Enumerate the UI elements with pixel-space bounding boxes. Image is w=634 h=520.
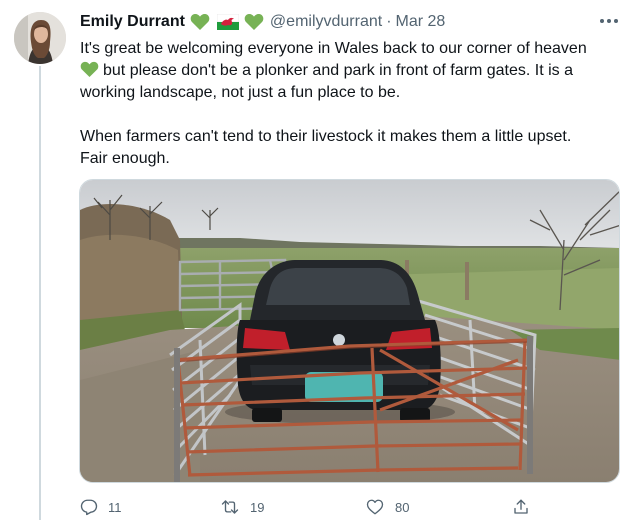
author-handle[interactable]: @emilyvdurrant bbox=[270, 13, 382, 31]
green-heart-icon bbox=[244, 13, 264, 31]
green-heart-icon bbox=[80, 61, 99, 78]
header-separator: · bbox=[386, 13, 392, 30]
tweet-text-line: but please don't be a plonker and park i… bbox=[103, 62, 573, 79]
wales-flag-icon bbox=[216, 14, 239, 30]
farm-gate-photo bbox=[80, 180, 619, 482]
share-button[interactable] bbox=[512, 495, 530, 519]
tweet-text-line: working landscape, not just a fun place … bbox=[80, 84, 401, 101]
reply-count: 11 bbox=[108, 499, 122, 515]
avatar-photo bbox=[14, 12, 66, 64]
tweet-text-line: When farmers can't tend to their livesto… bbox=[80, 128, 572, 145]
like-count: 80 bbox=[395, 499, 410, 515]
retweet-count: 19 bbox=[250, 499, 265, 515]
share-icon bbox=[514, 499, 528, 514]
tweet-text: It's great be welcoming everyone in Wale… bbox=[80, 38, 620, 170]
tweet-text-line: Fair enough. bbox=[80, 150, 170, 167]
heart-icon bbox=[366, 499, 384, 515]
tweet-date[interactable]: Mar 28 bbox=[396, 13, 446, 31]
reply-icon bbox=[80, 499, 98, 516]
reply-button[interactable]: 11 bbox=[80, 495, 122, 519]
like-button[interactable]: 80 bbox=[365, 495, 409, 519]
more-options-icon[interactable] bbox=[598, 12, 620, 30]
green-heart-icon bbox=[190, 13, 210, 31]
tweet-header: Emily Durrant @emilyvdurrant · Mar 28 bbox=[80, 11, 445, 33]
tweet-text-line: It's great be welcoming everyone in Wale… bbox=[80, 40, 587, 57]
retweet-icon bbox=[221, 500, 239, 514]
author-name[interactable]: Emily Durrant bbox=[80, 13, 185, 31]
tweet-text-line-with-emoji: but please don't be a plonker and park i… bbox=[80, 60, 620, 82]
tweet-photo[interactable] bbox=[79, 179, 620, 483]
retweet-button[interactable]: 19 bbox=[220, 495, 264, 519]
thread-line bbox=[39, 66, 41, 520]
tweet-actions: 11 19 80 bbox=[80, 495, 540, 519]
avatar[interactable] bbox=[14, 12, 66, 64]
